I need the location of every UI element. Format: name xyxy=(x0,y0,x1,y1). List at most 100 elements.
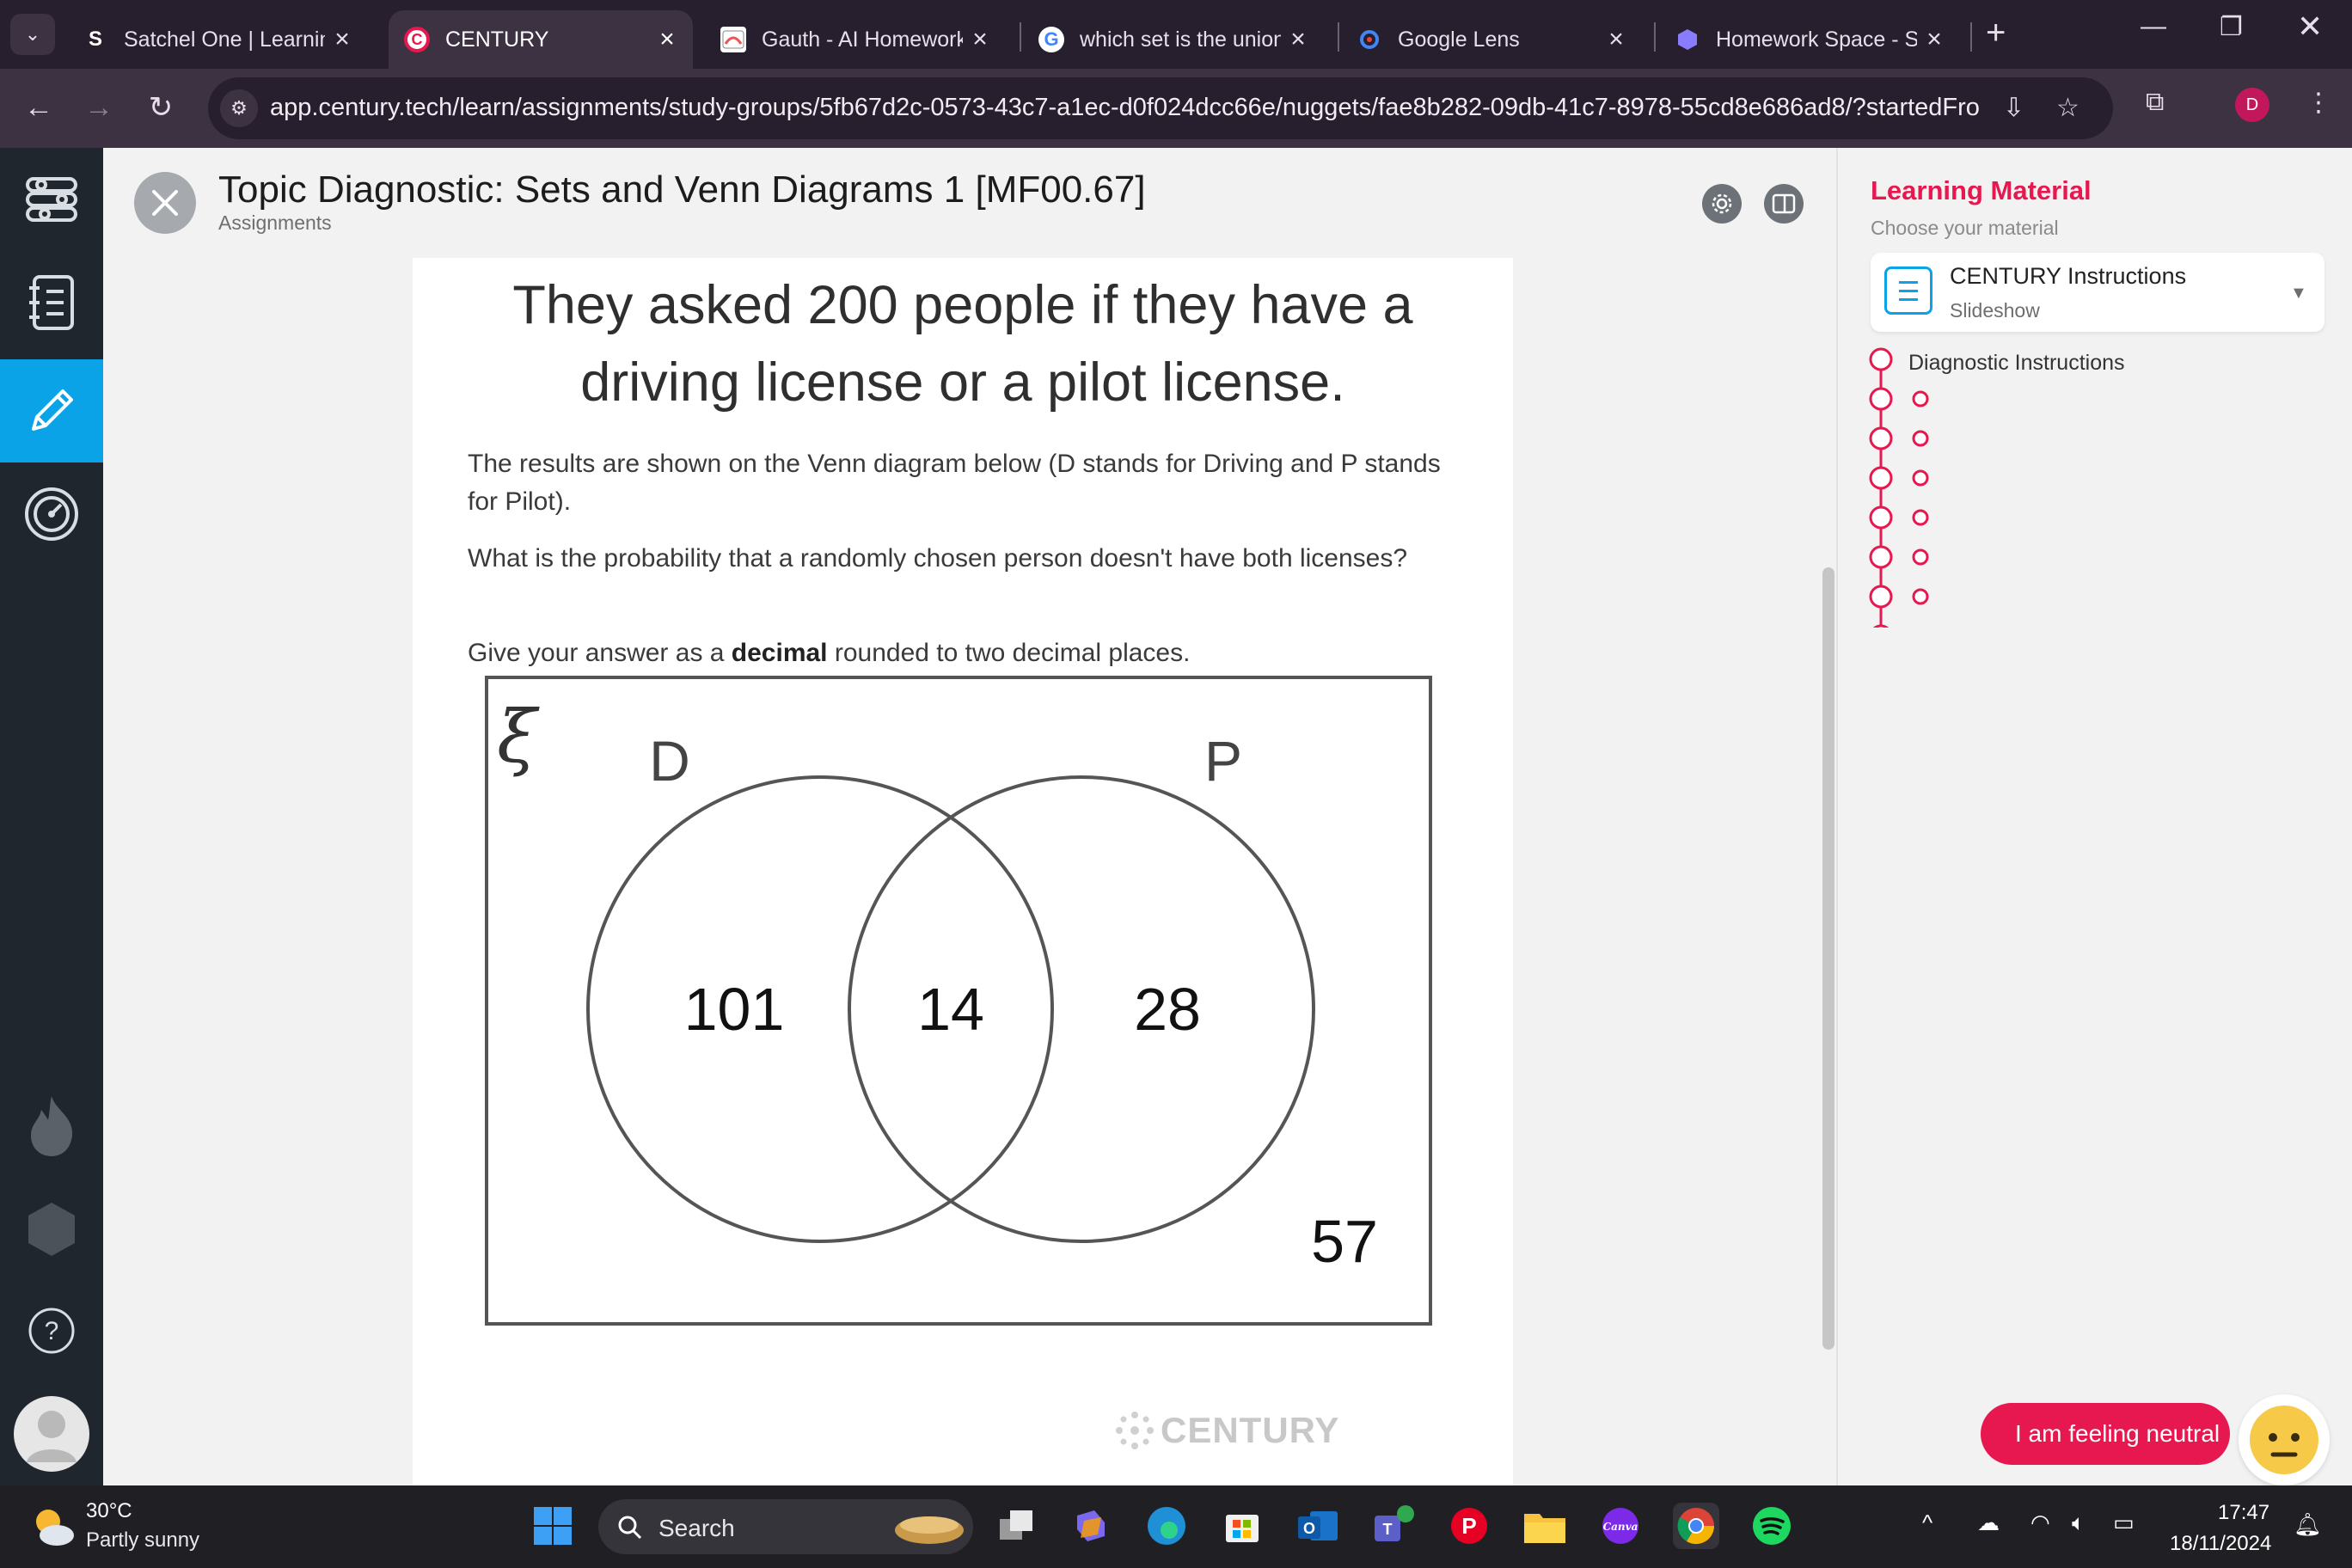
profile-avatar[interactable]: D xyxy=(2235,88,2269,122)
material-type: Slideshow xyxy=(1950,299,2040,322)
svg-text:Canva: Canva xyxy=(1603,1521,1638,1533)
stepper-node[interactable] xyxy=(1869,466,1893,490)
rail-help-button[interactable]: ? xyxy=(0,1279,103,1382)
tab-google-lens[interactable]: Google Lens × xyxy=(1341,10,1642,69)
store-app[interactable] xyxy=(1219,1503,1265,1549)
century-logo-icon xyxy=(1116,1412,1154,1449)
new-tab-button[interactable]: + xyxy=(1986,14,2006,52)
battery-icon[interactable]: ▭ xyxy=(2113,1510,2135,1536)
stepper-node[interactable] xyxy=(1869,426,1893,450)
sub-step-node[interactable] xyxy=(1912,509,1929,526)
bookmark-star-icon[interactable]: ☆ xyxy=(2056,93,2079,123)
tab-separator xyxy=(1338,22,1339,52)
mood-button[interactable]: I am feeling neutral xyxy=(1981,1403,2230,1465)
windows-taskbar: 30°C Partly sunny Search O T P Canva ^ ☁… xyxy=(0,1485,2352,1568)
close-window-icon[interactable]: ✕ xyxy=(2297,9,2323,45)
stepper-node[interactable] xyxy=(1869,585,1893,609)
task-view-button[interactable] xyxy=(994,1503,1040,1549)
material-select[interactable]: CENTURY Instructions Slideshow ▼ xyxy=(1871,253,2324,332)
region-d-only: 101 xyxy=(684,976,785,1043)
url-text[interactable]: app.century.tech/learn/assignments/study… xyxy=(270,94,1981,122)
rail-menu-button[interactable] xyxy=(0,148,103,251)
chrome-app[interactable] xyxy=(1673,1503,1719,1549)
rail-notebook-button[interactable] xyxy=(0,251,103,354)
volume-icon[interactable]: 🔈︎ xyxy=(2072,1510,2086,1537)
rail-streak-button[interactable] xyxy=(0,1075,103,1178)
restore-icon[interactable]: ❐ xyxy=(2220,12,2243,42)
toggle-panel-button[interactable] xyxy=(1764,184,1804,224)
instruction-text: Give your answer as a xyxy=(468,639,732,667)
close-tab-icon[interactable]: × xyxy=(1599,25,1633,54)
spotify-app[interactable] xyxy=(1749,1503,1795,1549)
mood-face-button[interactable] xyxy=(2239,1394,2330,1485)
reload-icon[interactable]: ↻ xyxy=(139,86,182,129)
onedrive-icon[interactable]: ☁ xyxy=(1977,1510,2000,1536)
close-assignment-button[interactable] xyxy=(134,172,196,234)
sub-step-node[interactable] xyxy=(1912,548,1929,566)
instruction-text: rounded to two decimal places. xyxy=(827,639,1191,667)
weather-widget[interactable]: 30°C Partly sunny xyxy=(0,1485,224,1568)
close-tab-icon[interactable]: × xyxy=(1917,25,1951,54)
stepper-node[interactable] xyxy=(1869,505,1893,530)
start-button[interactable] xyxy=(530,1503,576,1549)
scrollbar[interactable] xyxy=(1819,258,1836,1487)
search-icon xyxy=(618,1516,642,1540)
address-bar[interactable]: ⚙ app.century.tech/learn/assignments/stu… xyxy=(208,77,2113,139)
stepper-node[interactable] xyxy=(1869,545,1893,569)
stepper-node[interactable] xyxy=(1869,347,1893,371)
clock-date[interactable]: 18/11/2024 xyxy=(2170,1532,2271,1556)
close-tab-icon[interactable]: × xyxy=(1281,25,1315,54)
extensions-icon[interactable]: ⧉ xyxy=(2146,88,2164,117)
canva-icon: Canva xyxy=(1602,1508,1638,1544)
edge-app[interactable] xyxy=(1143,1503,1190,1549)
rail-profile-button[interactable] xyxy=(0,1382,103,1485)
copilot-app[interactable] xyxy=(1068,1503,1114,1549)
site-settings-icon[interactable]: ⚙ xyxy=(220,89,258,127)
stepper-node[interactable] xyxy=(1869,387,1893,411)
step-label[interactable]: Diagnostic Instructions xyxy=(1908,351,2125,376)
pinterest-app[interactable]: P xyxy=(1446,1503,1492,1549)
rail-badge-button[interactable] xyxy=(0,1178,103,1281)
tab-search-button[interactable]: ⌄ xyxy=(10,14,55,55)
close-tab-icon[interactable]: × xyxy=(963,25,997,54)
tab-google-search[interactable]: G which set is the union × xyxy=(1023,10,1324,69)
region-p-only: 28 xyxy=(1134,976,1201,1043)
canva-app[interactable]: Canva xyxy=(1597,1503,1644,1549)
forward-icon[interactable]: → xyxy=(77,86,120,129)
tab-homework-space[interactable]: Homework Space - St × xyxy=(1659,10,1960,69)
rail-learn-button[interactable] xyxy=(0,359,103,462)
tab-century[interactable]: C CENTURY × xyxy=(389,10,693,69)
help-icon: ? xyxy=(28,1308,75,1354)
weather-description: Partly sunny xyxy=(86,1528,200,1552)
browser-tab-strip: ⌄ S Satchel One | Learning × C CENTURY ×… xyxy=(0,0,2352,69)
settings-button[interactable] xyxy=(1702,184,1742,224)
teams-icon: T xyxy=(1375,1505,1414,1541)
wifi-icon[interactable]: ◠ xyxy=(2030,1510,2050,1536)
more-menu-icon[interactable]: ⋮ xyxy=(2306,88,2331,118)
file-explorer-app[interactable] xyxy=(1522,1503,1568,1549)
search-placeholder: Search xyxy=(658,1515,735,1541)
sub-step-node[interactable] xyxy=(1912,469,1929,487)
show-hidden-icons-icon[interactable]: ^ xyxy=(1922,1510,1932,1536)
install-app-icon[interactable]: ⇩ xyxy=(2003,93,2024,123)
close-tab-icon[interactable]: × xyxy=(325,25,359,54)
tab-satchel-one[interactable]: S Satchel One | Learning × xyxy=(67,10,368,69)
rail-dashboard-button[interactable] xyxy=(0,462,103,566)
stepper-node[interactable] xyxy=(1871,624,1891,628)
search-highlight-icon xyxy=(895,1516,964,1544)
sub-step-node[interactable] xyxy=(1912,390,1929,407)
sub-step-node[interactable] xyxy=(1912,430,1929,447)
outlook-app[interactable]: O xyxy=(1295,1503,1341,1549)
notifications-icon[interactable]: 🔔︎ xyxy=(2294,1511,2322,1538)
breadcrumb[interactable]: Assignments xyxy=(218,211,332,235)
scrollbar-thumb[interactable] xyxy=(1822,567,1834,1350)
sub-step-node[interactable] xyxy=(1912,588,1929,605)
clock-time[interactable]: 17:47 xyxy=(2218,1501,2269,1525)
back-icon[interactable]: ← xyxy=(17,86,60,129)
teams-app[interactable]: T xyxy=(1370,1503,1417,1549)
partly-sunny-icon xyxy=(36,1510,74,1546)
tab-gauth[interactable]: Gauth - AI Homework × xyxy=(705,10,1006,69)
close-tab-icon[interactable]: × xyxy=(650,25,684,54)
taskbar-search[interactable]: Search xyxy=(598,1499,973,1554)
minimize-icon[interactable]: — xyxy=(2141,12,2166,41)
